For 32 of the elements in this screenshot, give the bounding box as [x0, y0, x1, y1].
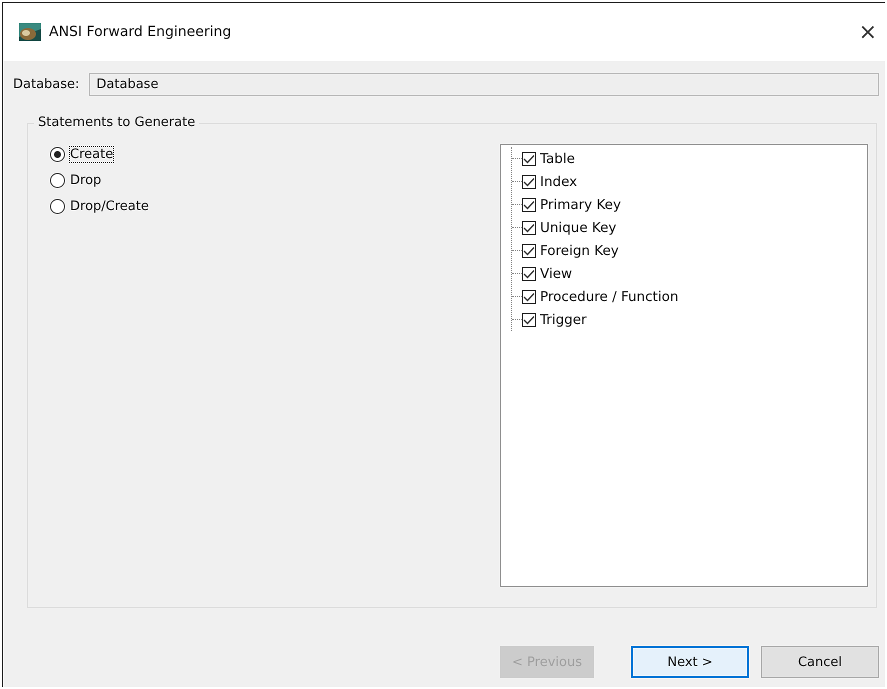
radio-option[interactable]: Drop [50, 170, 149, 190]
checkbox[interactable] [522, 152, 536, 166]
radio-label: Create [70, 146, 114, 162]
tree-item[interactable]: Table [540, 150, 575, 166]
radio-button[interactable] [50, 172, 65, 188]
database-field[interactable]: Database [89, 73, 879, 96]
checkbox[interactable] [522, 220, 536, 234]
tree-item[interactable]: Foreign Key [540, 242, 619, 258]
dialog-button[interactable]: Next > [631, 646, 749, 678]
checkbox[interactable] [522, 312, 536, 326]
window-title: ANSI Forward Engineering [49, 24, 232, 40]
checkbox[interactable] [522, 290, 536, 304]
tree-item[interactable]: Procedure / Function [540, 288, 678, 304]
radio-button[interactable] [50, 146, 65, 162]
dialog-button[interactable]: Cancel [761, 646, 879, 678]
checkbox[interactable] [522, 244, 536, 258]
radio-option[interactable]: Create [50, 144, 149, 164]
checkbox[interactable] [522, 266, 536, 280]
tree-item[interactable]: Unique Key [540, 220, 616, 236]
checkbox[interactable] [522, 174, 536, 188]
close-button[interactable]: × [850, 20, 885, 44]
tree-item[interactable]: View [540, 266, 572, 282]
radio-label: Drop [70, 172, 102, 188]
app-icon [19, 23, 41, 41]
tree-item[interactable]: Index [540, 174, 578, 190]
radio-button[interactable] [50, 198, 65, 214]
checkbox[interactable] [522, 198, 536, 212]
tree-item[interactable]: Trigger [540, 312, 587, 328]
radio-label: Drop/Create [70, 198, 149, 214]
database-label: Database: [13, 77, 80, 92]
radio-option[interactable]: Drop/Create [50, 196, 149, 216]
tree-item[interactable]: Primary Key [540, 196, 621, 212]
